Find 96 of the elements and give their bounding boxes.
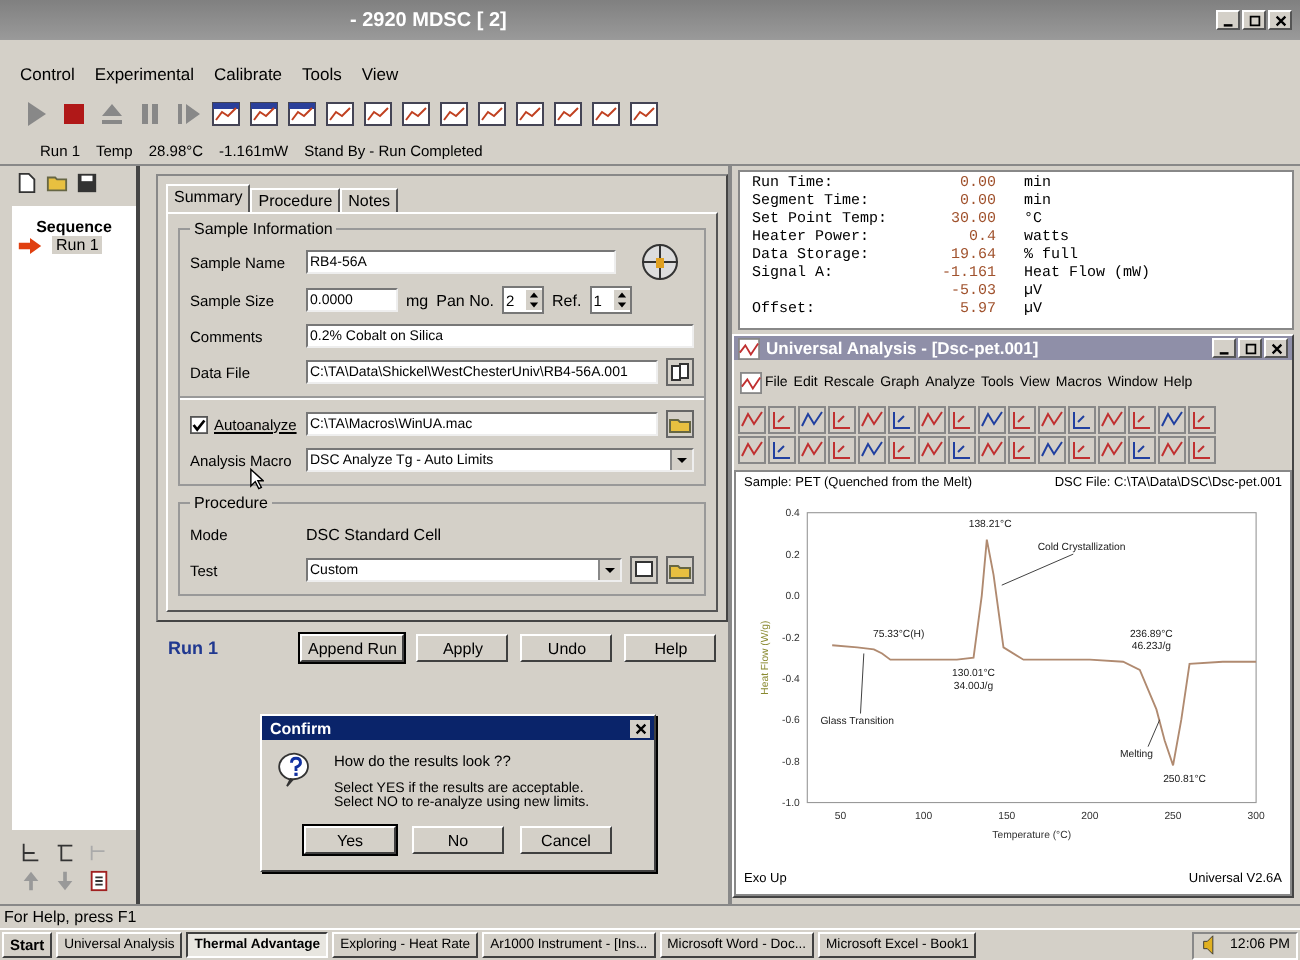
close-icon [1269, 341, 1283, 355]
tool-icon[interactable] [918, 436, 946, 464]
sequence-item[interactable]: Run 1 [52, 236, 103, 254]
graph-icon [740, 371, 762, 393]
graph-icon[interactable] [628, 98, 660, 130]
tool-icon[interactable] [1098, 406, 1126, 434]
close-icon [633, 721, 647, 735]
minimize-button[interactable] [1212, 338, 1236, 358]
tool-icon[interactable] [1068, 436, 1096, 464]
close-icon [1273, 13, 1287, 27]
unit-label: mg [406, 291, 429, 309]
dialog-button[interactable]: No [412, 826, 504, 854]
tool-icon[interactable] [1008, 406, 1036, 434]
run-label: Run 1 [168, 638, 221, 658]
leader-line [1147, 719, 1161, 748]
maximize-button[interactable] [1238, 338, 1262, 358]
tab[interactable]: Notes [340, 188, 399, 212]
group-title: Procedure [192, 494, 270, 512]
window-title: - 2920 MDSC [ 2] [350, 9, 509, 31]
spinner-arrows-icon[interactable] [613, 290, 630, 310]
close-button[interactable] [1264, 338, 1288, 358]
tool-icon[interactable] [1128, 406, 1156, 434]
tool-icon[interactable] [1098, 436, 1126, 464]
tool-icon[interactable] [768, 406, 796, 434]
graph-icon[interactable] [476, 98, 508, 130]
tool-icon[interactable] [1188, 406, 1216, 434]
maximize-icon [1243, 341, 1257, 355]
action-button[interactable]: Apply [416, 634, 509, 662]
tool-icon[interactable] [918, 406, 946, 434]
tool-icon[interactable] [978, 406, 1006, 434]
dialog-button[interactable]: Yes [304, 826, 396, 854]
tool-icon[interactable] [1158, 436, 1186, 464]
tool-icon[interactable] [888, 406, 916, 434]
menu-item[interactable]: Calibrate [210, 64, 287, 84]
mouse-cursor-icon [250, 468, 264, 490]
leader-line [860, 653, 865, 714]
save-icon[interactable] [76, 172, 98, 194]
spinner-arrows-icon[interactable] [526, 290, 543, 310]
menu-item[interactable]: Control [16, 64, 79, 84]
dialog-button[interactable]: Cancel [520, 826, 612, 854]
tool-icon[interactable] [828, 436, 856, 464]
maximize-icon [1247, 13, 1261, 27]
tool-icon[interactable] [858, 436, 886, 464]
action-button[interactable]: Help [624, 634, 717, 662]
folder-icon[interactable] [666, 410, 694, 438]
group-title: Sample Information [192, 220, 335, 238]
menu-item[interactable]: Tools [298, 64, 346, 84]
menu-item[interactable]: View [357, 64, 403, 84]
folder-icon[interactable] [46, 172, 68, 194]
status-text: For Help, press F1 [4, 908, 137, 926]
tool-icon[interactable] [948, 436, 976, 464]
tool-icon[interactable] [858, 406, 886, 434]
sequence-title: Sequence [36, 218, 112, 236]
tool-icon[interactable] [1038, 436, 1066, 464]
close-button[interactable] [1268, 10, 1292, 30]
tool-icon[interactable] [798, 436, 826, 464]
tab[interactable]: Summary [166, 184, 251, 212]
analysis-window-title: Universal Analysis - [Dsc-pet.001] [766, 338, 1041, 358]
tool-icon[interactable] [888, 436, 916, 464]
action-button[interactable]: Undo [520, 634, 613, 662]
field-label: Ref. [552, 291, 582, 309]
tree-icon[interactable] [20, 842, 42, 864]
question-icon [278, 752, 314, 788]
crosshair-icon [640, 242, 680, 282]
tool-icon[interactable] [768, 436, 796, 464]
menu-item[interactable]: Experimental [90, 64, 199, 84]
close-button[interactable] [630, 719, 650, 737]
new-file-icon[interactable] [16, 172, 38, 194]
tree-icon[interactable] [54, 842, 76, 864]
tool-icon[interactable] [1008, 436, 1036, 464]
action-button[interactable]: Append Run [300, 634, 405, 662]
dialog-title: Confirm [270, 719, 332, 737]
tool-icon[interactable] [828, 406, 856, 434]
tab[interactable]: Procedure [250, 188, 341, 212]
minimize-button[interactable] [1216, 10, 1240, 30]
copy-icon[interactable] [666, 358, 694, 386]
stop-icon[interactable] [58, 98, 90, 130]
tool-icon[interactable] [738, 436, 766, 464]
leader-line [1001, 553, 1074, 586]
arrow-icon [16, 237, 44, 253]
maximize-button[interactable] [1242, 10, 1266, 30]
field-label: Pan No. [436, 291, 495, 309]
mode-value: DSC Standard Cell [306, 525, 442, 543]
tool-icon[interactable] [1188, 436, 1216, 464]
tool-icon[interactable] [1128, 436, 1156, 464]
list-icon[interactable] [88, 870, 110, 892]
autoanalyze-checkbox[interactable] [190, 415, 208, 433]
tool-icon[interactable] [1158, 406, 1186, 434]
list-icon[interactable] [630, 556, 658, 584]
tool-icon[interactable] [948, 406, 976, 434]
tool-icon[interactable] [1068, 406, 1096, 434]
tool-icon[interactable] [1038, 406, 1066, 434]
folder-icon[interactable] [666, 556, 694, 584]
tool-icon[interactable] [798, 406, 826, 434]
tool-icon[interactable] [738, 406, 766, 434]
tool-icon[interactable] [978, 436, 1006, 464]
